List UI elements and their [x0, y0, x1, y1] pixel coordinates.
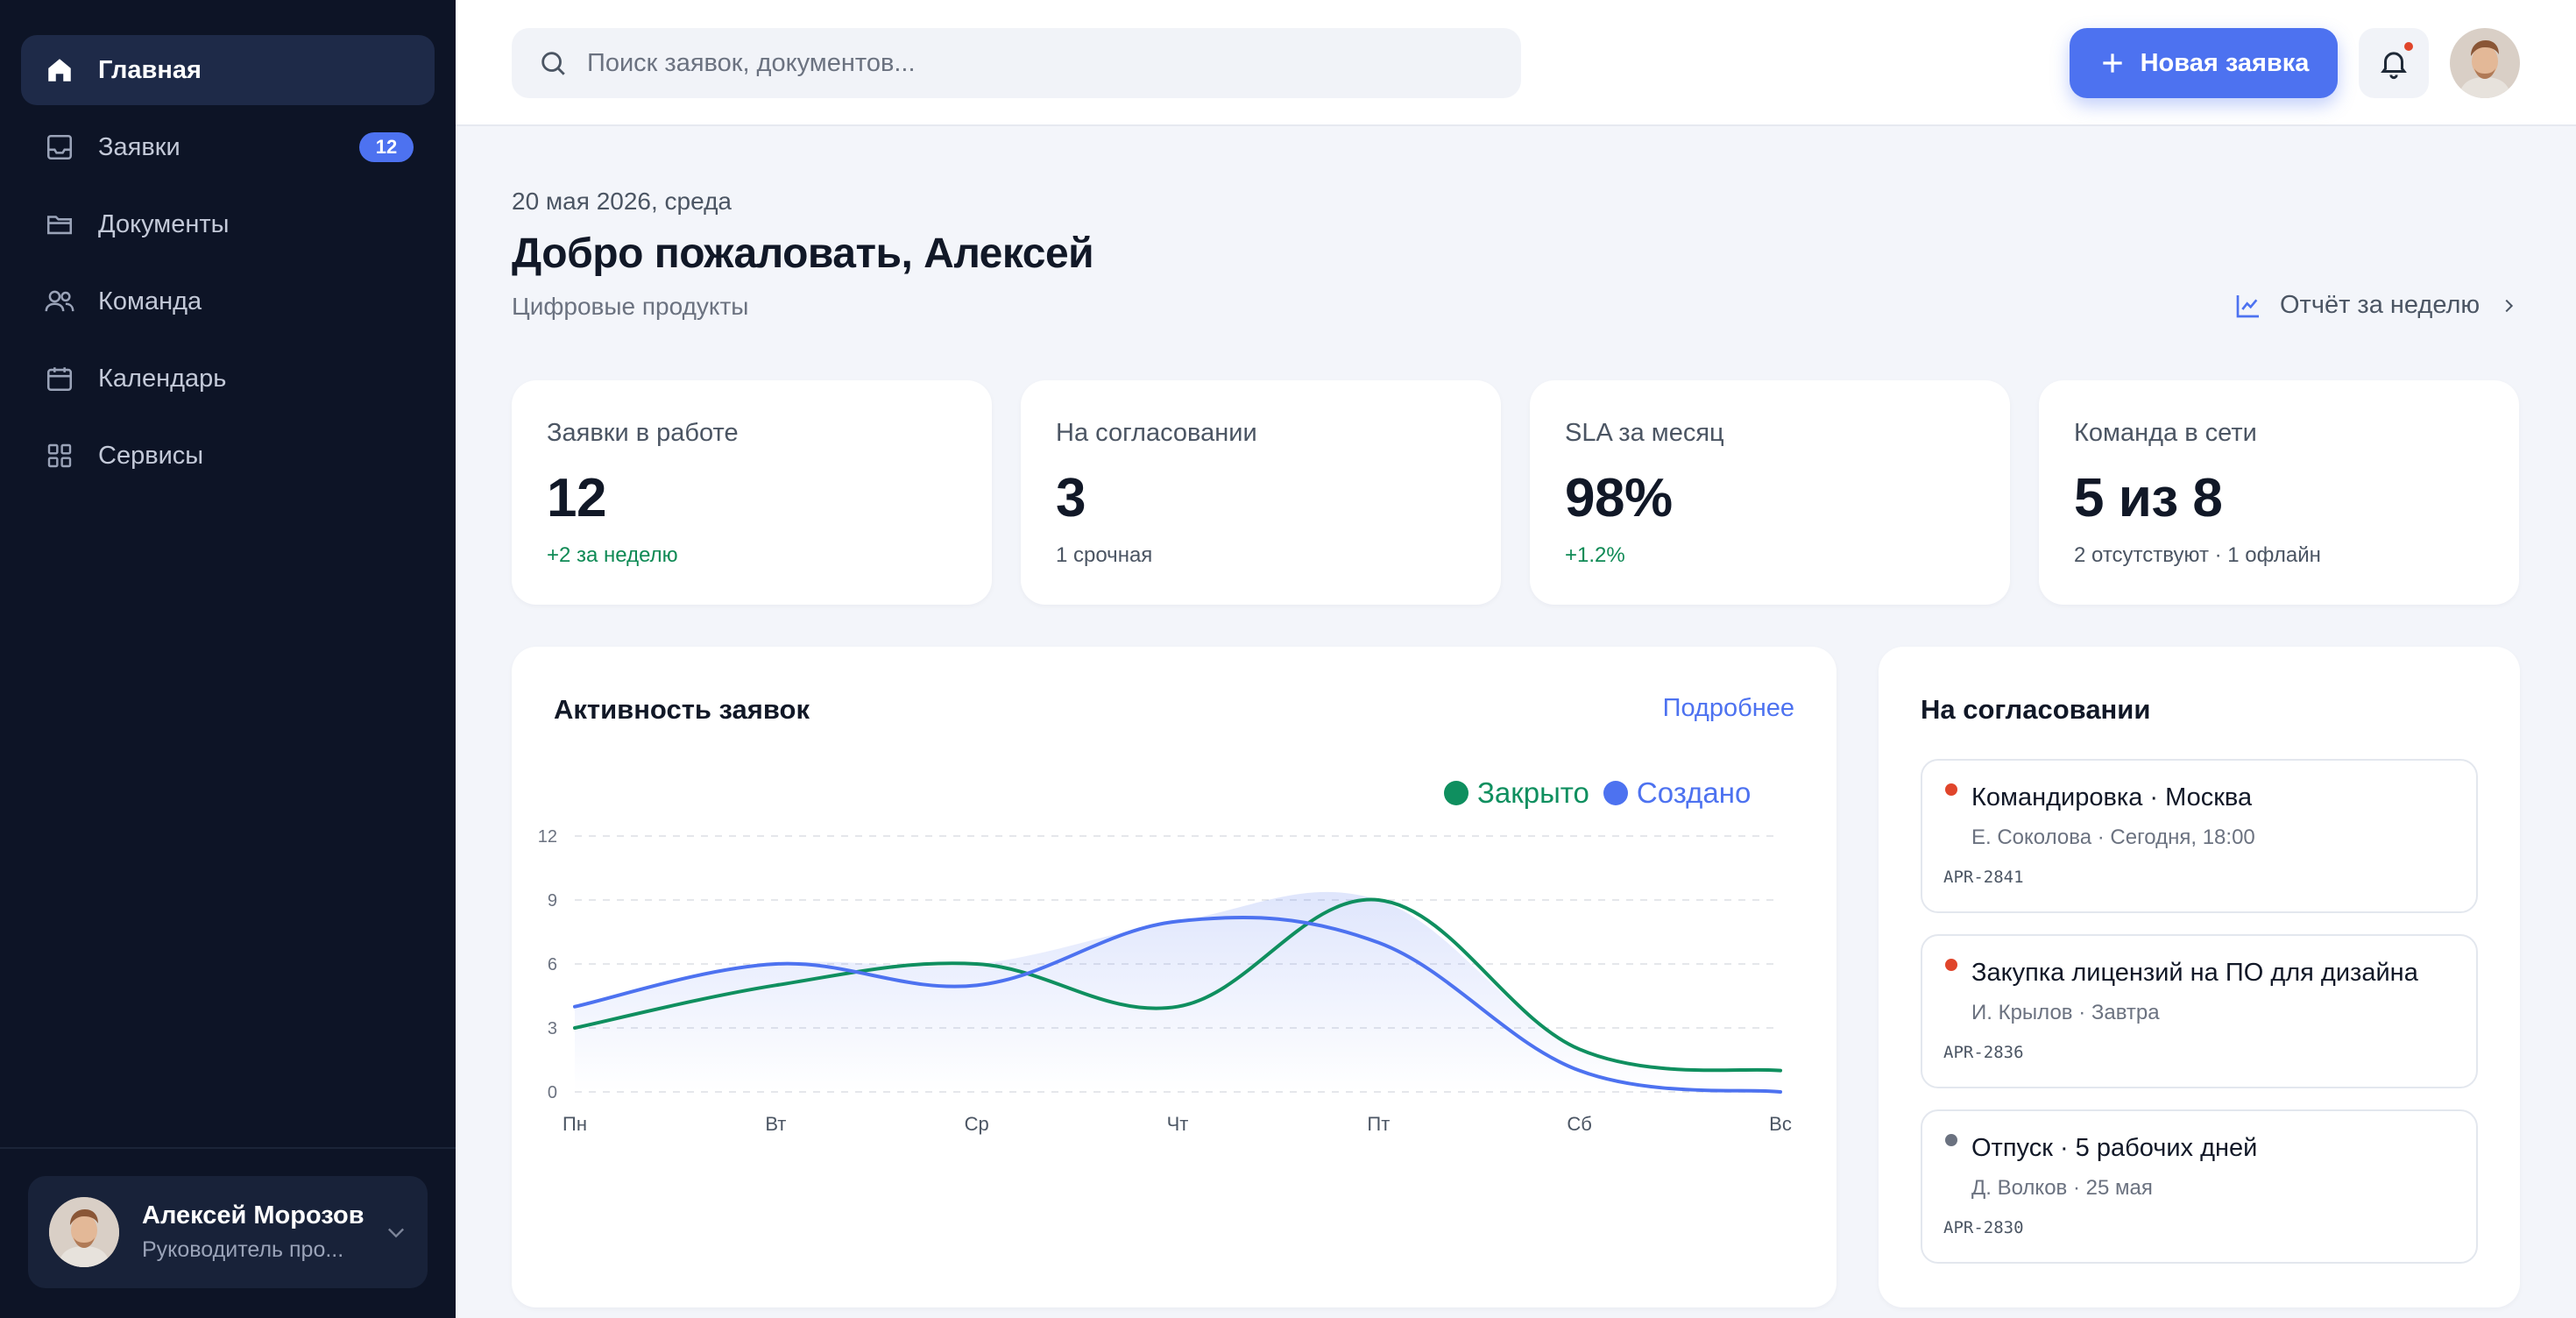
stat-label: SLA за месяц: [1565, 419, 1724, 447]
x-tick-label: Пт: [1367, 1113, 1390, 1135]
approval-item[interactable]: Командировка · Москва Е. Соколова · Сего…: [1921, 759, 2478, 913]
approval-meta: Е. Соколова · Сегодня, 18:00: [1971, 826, 2255, 849]
approval-meta: Д. Волков · 25 мая: [1971, 1176, 2153, 1200]
folder-icon: [44, 209, 75, 240]
sidebar-nav: Главная Заявки 12 Документы Команда Кале…: [21, 35, 435, 498]
x-tick-label: Вс: [1769, 1113, 1792, 1135]
stat-card-team-online[interactable]: Команда в сети 5 из 8 2 отсутствуют · 1 …: [2039, 380, 2519, 605]
calendar-icon: [44, 363, 75, 394]
stat-label: На согласовании: [1056, 419, 1257, 447]
user-info: Алексей Морозов Руководитель про...: [142, 1201, 364, 1263]
home-icon: [44, 54, 75, 86]
y-tick-label: 12: [538, 827, 557, 847]
approval-name: Закупка лицензий на ПО для дизайна: [1971, 959, 2418, 987]
users-icon: [44, 286, 75, 317]
sidebar: Главная Заявки 12 Документы Команда Кале…: [0, 0, 456, 1318]
stat-value: 98%: [1565, 468, 1673, 528]
stat-label: Команда в сети: [2074, 419, 2257, 447]
priority-dot: [1945, 1134, 1957, 1146]
requests-count-badge: 12: [359, 132, 414, 162]
sidebar-item-label: Заявки: [98, 132, 180, 161]
sidebar-item-label: Команда: [98, 287, 202, 315]
approval-item[interactable]: Отпуск · 5 рабочих дней Д. Волков · 25 м…: [1921, 1109, 2478, 1264]
stat-note: 1 срочная: [1056, 543, 1153, 567]
y-tick-label: 0: [548, 1083, 557, 1102]
x-tick-label: Вт: [765, 1113, 786, 1135]
weekly-report-label: Отчёт за неделю: [2280, 291, 2480, 319]
stat-label: Заявки в работе: [547, 419, 739, 447]
plus-icon: [2098, 49, 2127, 77]
grid-icon: [44, 440, 75, 471]
x-tick-label: Пн: [563, 1113, 587, 1135]
page-subtitle: Цифровые продукты: [512, 293, 749, 320]
stat-card-sla[interactable]: SLA за месяц 98% +1.2%: [1530, 380, 2010, 605]
notifications-button[interactable]: [2359, 28, 2429, 98]
activity-chart-card: Активность заявок Подробнее Закрыто Созд…: [512, 647, 1836, 1307]
sidebar-item-calendar[interactable]: Календарь: [21, 344, 435, 414]
weekly-report-link[interactable]: Отчёт за неделю: [2234, 291, 2518, 320]
search-icon: [538, 48, 568, 78]
x-tick-label: Ср: [965, 1113, 989, 1135]
new-request-label: Новая заявка: [2140, 48, 2310, 77]
approvals-title: На согласовании: [1921, 694, 2151, 725]
top-header: Новая заявка: [456, 0, 2576, 126]
sidebar-item-label: Главная: [98, 55, 202, 84]
x-tick-label: Сб: [1567, 1113, 1592, 1135]
sidebar-item-requests[interactable]: Заявки 12: [21, 112, 435, 182]
approval-name: Отпуск · 5 рабочих дней: [1971, 1134, 2258, 1162]
stat-card-approval[interactable]: На согласовании 3 1 срочная: [1021, 380, 1501, 605]
priority-dot: [1945, 959, 1957, 971]
sidebar-item-team[interactable]: Команда: [21, 266, 435, 337]
avatar: [49, 1197, 119, 1267]
search-bar[interactable]: [512, 28, 1521, 98]
stat-card-in-progress[interactable]: Заявки в работе 12 +2 за неделю: [512, 380, 992, 605]
approval-item[interactable]: Закупка лицензий на ПО для дизайна И. Кр…: [1921, 934, 2478, 1088]
activity-line-chart: 0 3 6 9 12 Пн Вт Ср Чт Пт Сб Вс: [538, 827, 1792, 1135]
sidebar-item-services[interactable]: Сервисы: [21, 421, 435, 491]
approval-name: Командировка · Москва: [1971, 783, 2253, 811]
approvals-card: На согласовании Командировка · Москва Е.…: [1879, 647, 2520, 1307]
user-profile-card[interactable]: Алексей Морозов Руководитель про...: [28, 1176, 428, 1288]
sidebar-item-label: Календарь: [98, 364, 227, 393]
sidebar-item-documents[interactable]: Документы: [21, 189, 435, 259]
sidebar-item-home[interactable]: Главная: [21, 35, 435, 105]
approval-id: APR-2830: [1943, 1218, 2024, 1237]
page-title: Добро пожаловать, Алексей: [512, 230, 1094, 277]
y-tick-label: 3: [548, 1019, 557, 1038]
inbox-icon: [44, 131, 75, 163]
header-avatar[interactable]: [2450, 28, 2520, 98]
current-date: 20 мая 2026, среда: [512, 188, 732, 215]
approval-id: APR-2836: [1943, 1043, 2024, 1062]
stat-note: +1.2%: [1565, 543, 1625, 567]
approval-id: APR-2841: [1943, 868, 2024, 887]
stat-value: 12: [547, 468, 606, 528]
sidebar-divider: [0, 1147, 456, 1149]
sidebar-item-label: Сервисы: [98, 441, 204, 470]
y-tick-label: 6: [548, 955, 557, 974]
user-name: Алексей Морозов: [142, 1201, 364, 1229]
sidebar-item-label: Документы: [98, 209, 230, 238]
priority-dot: [1945, 783, 1957, 796]
stat-value: 5 из 8: [2074, 468, 2223, 528]
y-tick-label: 9: [548, 891, 557, 911]
stat-value: 3: [1056, 468, 1086, 528]
notification-dot: [2403, 40, 2415, 53]
approval-meta: И. Крылов · Завтра: [1971, 1001, 2160, 1024]
search-input[interactable]: [587, 48, 1498, 78]
user-role: Руководитель про...: [142, 1237, 344, 1262]
x-tick-label: Чт: [1167, 1113, 1189, 1135]
stat-note: +2 за неделю: [547, 543, 678, 567]
stat-note: 2 отсутствуют · 1 офлайн: [2074, 543, 2321, 567]
new-request-button[interactable]: Новая заявка: [2070, 28, 2338, 98]
chevron-down-icon[interactable]: [384, 1220, 408, 1249]
chevron-right-icon: [2499, 296, 2518, 315]
trend-chart-icon: [2234, 292, 2262, 320]
